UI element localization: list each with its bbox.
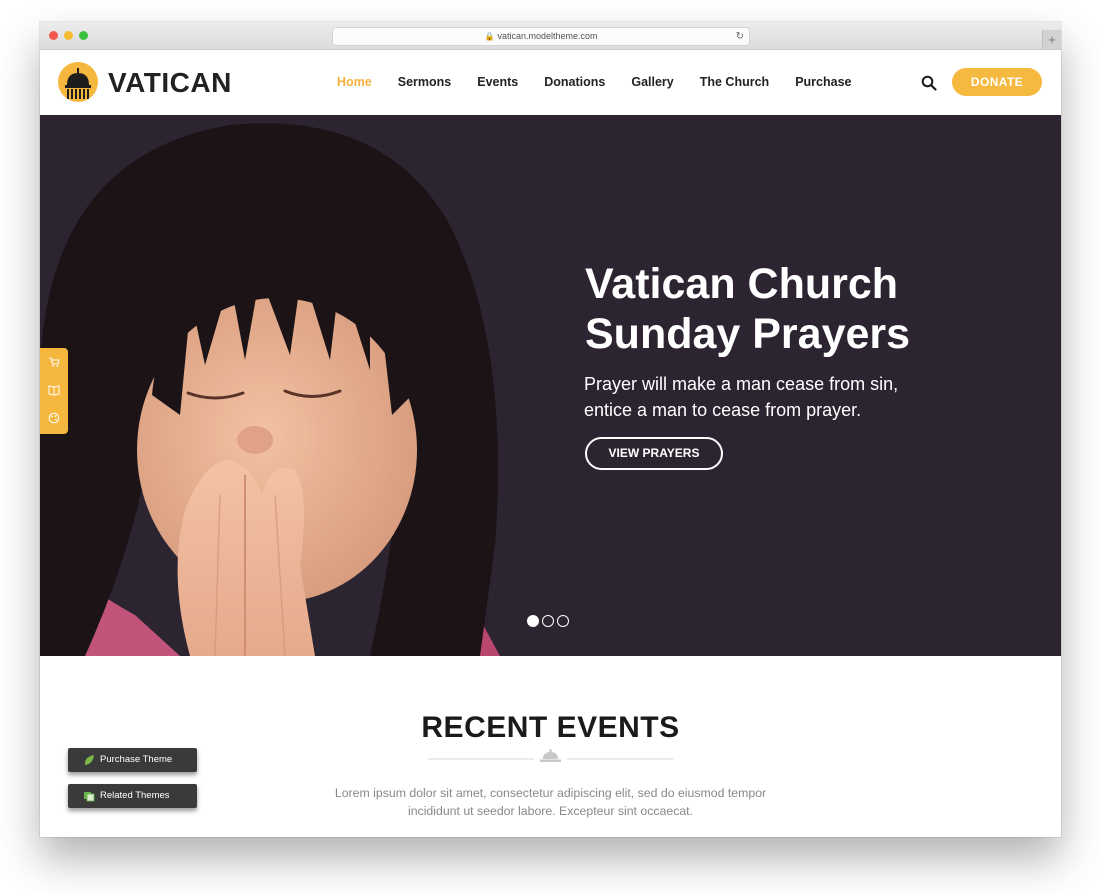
hero-subtitle-line: Prayer will make a man cease from sin, — [584, 374, 899, 394]
hero-title: Vatican Church Sunday Prayers — [585, 259, 1005, 359]
close-window-button[interactable] — [49, 31, 58, 40]
new-tab-button[interactable]: + — [1042, 30, 1061, 49]
palette-icon[interactable] — [48, 412, 60, 424]
hero-title-line: Vatican Church — [585, 260, 899, 308]
recent-events-title: RECENT EVENTS — [421, 711, 680, 744]
related-themes-button[interactable]: Related Themes — [68, 784, 197, 808]
themes-icon — [84, 792, 95, 802]
lock-icon: 🔒 — [484, 32, 495, 41]
hero-subtitle-line: entice a man to cease from prayer. — [584, 400, 862, 420]
slider-pagination — [527, 615, 572, 627]
minimize-window-button[interactable] — [64, 31, 73, 40]
praying-girl-image — [40, 115, 560, 656]
nav-item-events[interactable]: Events — [477, 75, 518, 89]
browser-window: 🔒 vatican.modeltheme.com ↻ + VATICAN Home… — [40, 22, 1061, 837]
donate-button[interactable]: DONATE — [952, 68, 1042, 96]
purchase-theme-label: Purchase Theme — [100, 754, 173, 765]
hero-slider: Vatican Church Sunday Prayers Prayer wil… — [40, 115, 1061, 656]
logo-text[interactable]: VATICAN — [108, 67, 232, 99]
site-header: VATICAN Home Sermons Events Donations Ga… — [40, 50, 1061, 115]
slider-dot[interactable] — [542, 615, 554, 627]
maximize-window-button[interactable] — [79, 31, 88, 40]
related-themes-label: Related Themes — [100, 790, 170, 801]
side-toolbar — [40, 348, 68, 434]
dome-logo-icon[interactable] — [58, 62, 98, 102]
slider-dot[interactable] — [557, 615, 569, 627]
address-bar[interactable]: 🔒 vatican.modeltheme.com ↻ — [332, 27, 750, 46]
nav-item-purchase[interactable]: Purchase — [795, 75, 851, 89]
leaf-icon — [84, 755, 94, 765]
search-icon[interactable] — [921, 75, 937, 91]
nav-item-the-church[interactable]: The Church — [700, 75, 769, 89]
browser-toolbar: 🔒 vatican.modeltheme.com ↻ + — [40, 22, 1061, 50]
bell-divider-icon — [428, 749, 673, 762]
reload-icon[interactable]: ↻ — [736, 28, 744, 45]
view-prayers-button[interactable]: VIEW PRAYERS — [585, 437, 723, 470]
hero-subtitle: Prayer will make a man cease from sin, e… — [584, 371, 984, 423]
slider-dot[interactable] — [527, 615, 539, 627]
book-icon[interactable] — [48, 384, 60, 396]
main-nav: Home Sermons Events Donations Gallery Th… — [337, 75, 877, 89]
nav-item-gallery[interactable]: Gallery — [631, 75, 673, 89]
nav-item-sermons[interactable]: Sermons — [398, 75, 452, 89]
cart-icon[interactable] — [48, 356, 60, 368]
purchase-theme-button[interactable]: Purchase Theme — [68, 748, 197, 772]
address-url: vatican.modeltheme.com — [497, 31, 598, 41]
nav-item-donations[interactable]: Donations — [544, 75, 605, 89]
nav-item-home[interactable]: Home — [337, 75, 372, 89]
hero-title-line: Sunday Prayers — [585, 310, 911, 358]
